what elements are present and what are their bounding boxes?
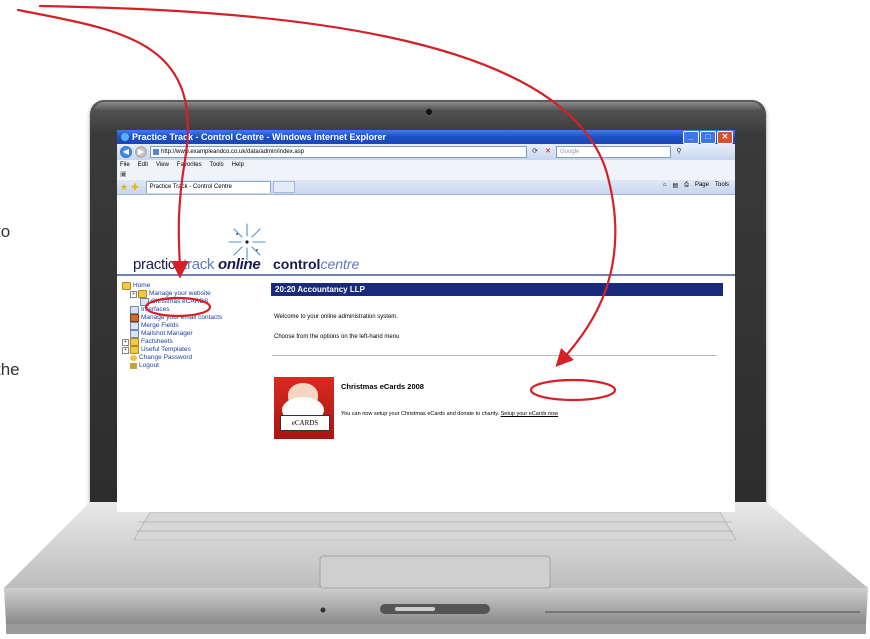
maximize-icon[interactable]: □ bbox=[700, 131, 716, 144]
camera-icon bbox=[425, 108, 433, 116]
brand-logo: practicetrack online bbox=[133, 256, 261, 273]
brand-part-online: online bbox=[218, 256, 261, 273]
menu-file[interactable]: File bbox=[120, 160, 130, 170]
brand-part-practice: practice bbox=[133, 256, 184, 273]
sidebar-item-manage-website[interactable]: + Manage your website bbox=[122, 290, 222, 298]
address-input[interactable]: http://www.exampleandco.co.uk/data/admin… bbox=[150, 146, 527, 158]
search-input[interactable]: Google bbox=[556, 146, 671, 158]
expand-icon[interactable]: + bbox=[122, 346, 129, 354]
sidebar-item-logout[interactable]: Logout bbox=[122, 362, 222, 370]
page-menu[interactable]: Page bbox=[695, 182, 709, 189]
ecard-desc-text: You can now setup your Christmas eCards … bbox=[341, 411, 500, 417]
laptop-base bbox=[0, 502, 870, 639]
print-icon[interactable]: ⎙ bbox=[684, 182, 689, 189]
ecard-sign: eCARDS bbox=[280, 415, 330, 431]
sidebar-item-label: Christmas eCARDS bbox=[151, 298, 209, 305]
menu-tools[interactable]: Tools bbox=[210, 160, 224, 170]
page-icon bbox=[130, 306, 139, 314]
side-text-1: to bbox=[0, 222, 11, 241]
merge-icon bbox=[130, 322, 139, 330]
setup-ecards-link[interactable]: Setup your eCards now bbox=[501, 411, 558, 417]
page-heading-bar: 20:20 Accountancy LLP bbox=[271, 283, 723, 296]
header-divider bbox=[117, 274, 735, 276]
forward-icon[interactable]: ▶ bbox=[135, 146, 147, 158]
sidebar-item-email-contacts[interactable]: Manage your email contacts bbox=[122, 314, 222, 322]
logout-icon bbox=[130, 363, 137, 369]
sidebar-tree: Home + Manage your website Christmas eCAR… bbox=[122, 282, 222, 370]
search-icon[interactable]: ⚲ bbox=[674, 147, 684, 157]
tab-row: ★ ✚ Practice Track - Control Centre ⌂ ▤ … bbox=[117, 180, 735, 195]
ecard-image[interactable]: eCARDS bbox=[274, 377, 334, 439]
side-text-2: the bbox=[0, 360, 20, 379]
menu-bar: File Edit View Favorites Tools Help bbox=[117, 160, 735, 170]
folder-icon bbox=[122, 282, 131, 290]
menu-favorites[interactable]: Favorites bbox=[177, 160, 202, 170]
ecard-description: You can now setup your Christmas eCards … bbox=[341, 411, 558, 417]
sidebar-item-label: Logout bbox=[139, 362, 159, 369]
ecard-title: Christmas eCards 2008 bbox=[341, 382, 424, 391]
command-bar: ⌂ ▤ ⎙ Page Tools bbox=[663, 182, 729, 189]
minimize-icon[interactable]: _ bbox=[683, 131, 699, 144]
stop-icon[interactable]: ✕ bbox=[543, 147, 553, 157]
sidebar-item-label: Home bbox=[133, 282, 151, 289]
sidebar-item-label: Interfaces bbox=[141, 306, 170, 313]
expand-icon[interactable]: + bbox=[122, 338, 129, 346]
menu-help[interactable]: Help bbox=[232, 160, 244, 170]
sidebar-item-label: Factsheets bbox=[141, 338, 173, 345]
page-icon bbox=[153, 149, 159, 155]
home-icon[interactable]: ⌂ bbox=[663, 182, 667, 189]
feeds-icon[interactable]: ▤ bbox=[672, 182, 678, 189]
sidebar-item-label: Merge Fields bbox=[141, 322, 179, 329]
tab-active[interactable]: Practice Track - Control Centre bbox=[145, 181, 271, 193]
page-icon bbox=[140, 298, 149, 306]
sidebar-item-mailshot-manager[interactable]: Mailshot Manager bbox=[122, 330, 222, 338]
screen: Practice Track - Control Centre - Window… bbox=[117, 130, 735, 512]
links-icon[interactable]: ▣ bbox=[120, 171, 127, 178]
sidebar-item-factsheets[interactable]: + Factsheets bbox=[122, 338, 222, 346]
expand-icon[interactable]: + bbox=[130, 290, 137, 298]
sidebar-item-label: Mailshot Manager bbox=[141, 330, 193, 337]
ie-icon bbox=[121, 133, 129, 141]
menu-view[interactable]: View bbox=[156, 160, 169, 170]
key-icon bbox=[130, 355, 137, 361]
back-icon[interactable]: ◀ bbox=[120, 146, 132, 158]
add-favorites-icon[interactable]: ✚ bbox=[131, 182, 139, 193]
sidebar-item-label: Manage your email contacts bbox=[141, 314, 223, 321]
window-titlebar: Practice Track - Control Centre - Window… bbox=[117, 130, 735, 144]
contacts-icon bbox=[130, 314, 139, 322]
links-row: ▣ bbox=[117, 170, 735, 180]
sidebar-item-christmas-ecards[interactable]: Christmas eCARDS bbox=[122, 298, 222, 306]
sidebar-item-label: Useful Templates bbox=[141, 346, 191, 353]
cc-part-control: control bbox=[273, 256, 321, 272]
tools-menu[interactable]: Tools bbox=[715, 182, 729, 189]
close-icon[interactable]: ✕ bbox=[717, 131, 733, 144]
control-centre-logo: controlcentre bbox=[273, 256, 359, 272]
sidebar-item-label: Change Password bbox=[139, 354, 193, 361]
sidebar-item-merge-fields[interactable]: Merge Fields bbox=[122, 322, 222, 330]
window-buttons: _ □ ✕ bbox=[683, 131, 733, 144]
address-text: http://www.exampleandco.co.uk/data/admin… bbox=[161, 149, 305, 155]
folder-icon bbox=[138, 290, 147, 298]
content-separator bbox=[272, 355, 717, 356]
sidebar-item-label: Manage your website bbox=[149, 290, 211, 297]
favorites-star-icon[interactable]: ★ bbox=[120, 182, 128, 193]
instruction-text: Choose from the options on the left-hand… bbox=[274, 334, 400, 340]
tab-new[interactable] bbox=[272, 181, 295, 193]
address-toolbar: ◀ ▶ http://www.exampleandco.co.uk/data/a… bbox=[117, 144, 735, 160]
sidebar-item-interfaces[interactable]: Interfaces bbox=[122, 306, 222, 314]
welcome-text: Welcome to your online administration sy… bbox=[274, 314, 398, 320]
sidebar-item-useful-templates[interactable]: + Useful Templates bbox=[122, 346, 222, 354]
web-page: practicetrack online controlcentre Home … bbox=[117, 206, 735, 512]
cc-part-centre: centre bbox=[320, 256, 360, 272]
brand-part-track: track bbox=[183, 256, 215, 273]
folder-icon bbox=[130, 346, 139, 354]
folder-icon bbox=[130, 338, 139, 346]
refresh-icon[interactable]: ⟳ bbox=[530, 147, 540, 157]
sidebar-item-change-password[interactable]: Change Password bbox=[122, 354, 222, 362]
sidebar-item-home[interactable]: Home bbox=[122, 282, 222, 290]
mail-icon bbox=[130, 330, 139, 338]
window-title: Practice Track - Control Centre - Window… bbox=[132, 132, 386, 142]
menu-edit[interactable]: Edit bbox=[138, 160, 148, 170]
